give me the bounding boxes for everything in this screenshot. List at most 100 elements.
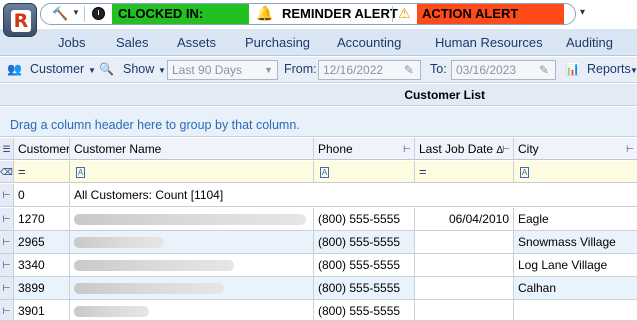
column-header-customer-name[interactable]: Customer Name [70, 138, 314, 159]
divider [84, 6, 85, 22]
redacted-name [74, 237, 164, 248]
dropdown-arrow-icon[interactable]: ▼ [72, 8, 80, 17]
cell-customer-name [70, 208, 314, 230]
from-date-value: 12/16/2022 [323, 63, 384, 77]
row-pin-icon[interactable]: ⊢ [0, 277, 14, 299]
cell-city [514, 300, 637, 320]
equals-operator-icon[interactable]: = [18, 164, 26, 179]
redacted-name [74, 306, 149, 317]
menu-auditing[interactable]: Auditing [566, 35, 613, 50]
action-alert[interactable]: ACTION ALERT [417, 4, 564, 24]
customer-button[interactable]: Customer [30, 62, 84, 76]
status-bar: 🔨 ▼ CLOCKED IN: 03:30:37 🔔 REMINDER ALER… [0, 0, 637, 41]
group-by-panel[interactable]: Drag a column header here to group by th… [0, 107, 637, 137]
app-logo[interactable]: R [3, 3, 37, 37]
cell-city: Log Lane Village [518, 258, 608, 272]
binoculars-icon: 🔍 [99, 62, 114, 76]
customer-dropdown-icon[interactable]: ▼ [88, 66, 96, 75]
text-filter-icon[interactable]: A [520, 167, 529, 179]
cell-city: Snowmass Village [518, 235, 616, 249]
row-pin-icon[interactable]: ⊢ [0, 300, 14, 320]
toolbar: 👥 Customer ▼ 🔍 Show ▼ Last 90 Days ▼ From… [0, 57, 637, 83]
cell-phone: (800) 555-5555 [314, 300, 415, 320]
menu-purchasing[interactable]: Purchasing [245, 35, 310, 50]
row-pin-icon[interactable]: ⊢ [0, 254, 14, 276]
table-row[interactable]: ⊢ 1270 (800) 555-5555 06/04/2010 Eagle [0, 208, 637, 231]
text-filter-icon[interactable]: A [76, 167, 85, 179]
equals-operator-icon[interactable]: = [419, 164, 427, 179]
table-row[interactable]: ⊢ 3899 (800) 555-5555 Calhan [0, 277, 637, 300]
summary-count: All Customers: Count [1104] [74, 188, 224, 202]
filter-city[interactable]: A [514, 161, 637, 182]
filter-customer[interactable]: = [14, 161, 70, 182]
bell-icon: 🔔 [256, 5, 274, 21]
filter-last-job-date[interactable]: = [415, 161, 514, 182]
cell-customer: 1270 [14, 208, 70, 230]
divider [392, 6, 393, 22]
chevron-down-icon: ▼ [264, 65, 273, 75]
table-row[interactable]: ⊢ 3340 (800) 555-5555 Log Lane Village [0, 254, 637, 277]
summary-customer: 0 [14, 184, 70, 206]
column-chooser-icon[interactable]: ☰ [0, 138, 14, 159]
warning-icon: ⚠ [398, 5, 411, 21]
pin-icon[interactable]: ⊢ [403, 138, 411, 159]
clocked-in-status[interactable]: CLOCKED IN: 03:30:37 [112, 4, 249, 41]
row-pin-icon[interactable]: ⊢ [0, 184, 14, 206]
show-button[interactable]: Show [123, 62, 154, 76]
hammer-icon[interactable]: 🔨 [52, 6, 68, 22]
phone-header-label: Phone [318, 142, 353, 156]
cell-phone: (800) 555-5555 [314, 208, 415, 230]
cell-last-job-date: 06/04/2010 [415, 208, 514, 230]
main-menu: Jobs Sales Assets Purchasing Accounting … [0, 29, 637, 56]
date-range-value: Last 90 Days [172, 63, 243, 77]
menu-sales[interactable]: Sales [116, 35, 149, 50]
reports-button[interactable]: Reports [587, 62, 631, 76]
cell-city: Calhan [518, 281, 557, 295]
grid-title: Customer List [0, 84, 637, 106]
row-pin-icon[interactable]: ⊢ [0, 208, 14, 230]
row-pin-icon[interactable]: ⊢ [0, 231, 14, 253]
summary-row[interactable]: ⊢ 0 All Customers: Count [1104] [0, 184, 637, 207]
menu-accounting[interactable]: Accounting [337, 35, 401, 50]
cell-last-job-date [415, 277, 514, 299]
reminder-alert[interactable]: REMINDER ALERT [282, 4, 398, 24]
to-label: To: [430, 62, 447, 76]
show-dropdown-icon[interactable]: ▼ [158, 66, 166, 75]
cell-city: Eagle [518, 212, 549, 226]
column-header-customer[interactable]: Customer [14, 138, 70, 159]
last-job-date-header-label: Last Job Date [419, 142, 494, 156]
pin-icon[interactable]: ⊢ [502, 138, 510, 159]
menu-assets[interactable]: Assets [177, 35, 216, 50]
cell-customer-name [70, 277, 314, 299]
city-header-label: City [518, 142, 539, 156]
filter-phone[interactable]: A [314, 161, 415, 182]
column-header-city[interactable]: City ⊢ [514, 138, 637, 159]
menu-human-resources[interactable]: Human Resources [435, 35, 543, 50]
cell-customer: 3901 [14, 300, 70, 320]
overflow-icon[interactable]: ▾ [580, 7, 585, 18]
cell-customer-name [70, 231, 314, 253]
column-header-phone[interactable]: Phone ⊢ [314, 138, 415, 159]
filter-customer-name[interactable]: A [70, 161, 314, 182]
menu-jobs[interactable]: Jobs [58, 35, 85, 50]
from-date-field[interactable]: 12/16/2022 ✎ [318, 60, 421, 80]
pin-icon[interactable]: ⊢ [626, 138, 634, 159]
to-date-value: 03/16/2023 [456, 63, 517, 77]
to-date-field[interactable]: 03/16/2023 ✎ [451, 60, 556, 80]
cell-customer: 3340 [14, 254, 70, 276]
cell-phone: (800) 555-5555 [314, 231, 415, 253]
from-label: From: [284, 62, 317, 76]
table-row[interactable]: ⊢ 3901 (800) 555-5555 [0, 300, 637, 321]
cell-customer-name [70, 254, 314, 276]
filter-clear-icon[interactable]: ⌫ [0, 161, 14, 182]
date-range-select[interactable]: Last 90 Days ▼ [167, 60, 278, 80]
table-row[interactable]: ⊢ 2965 (800) 555-5555 Snowmass Village [0, 231, 637, 254]
cell-customer-name [70, 300, 314, 320]
pencil-icon[interactable]: ✎ [404, 61, 414, 79]
cell-last-job-date [415, 254, 514, 276]
pencil-icon[interactable]: ✎ [539, 61, 549, 79]
column-header-last-job-date[interactable]: Last Job Date Δ ⊢ [415, 138, 514, 159]
cell-customer: 2965 [14, 231, 70, 253]
reports-dropdown-icon[interactable]: ▼ [630, 66, 637, 75]
text-filter-icon[interactable]: A [320, 167, 329, 179]
